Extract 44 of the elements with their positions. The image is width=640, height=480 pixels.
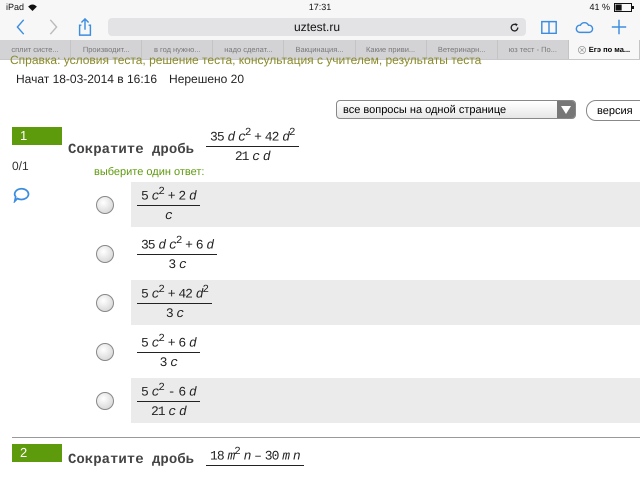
address-bar[interactable]: uztest.ru xyxy=(108,18,526,36)
question-number: 2 xyxy=(12,444,62,462)
answer-option[interactable]: 5 c$^{2}$ + 2 d c xyxy=(131,182,640,228)
fraction-numerator: 35 d c$^{2}$ + 6 d xyxy=(137,235,218,256)
radio-button[interactable] xyxy=(96,294,114,312)
comment-icon[interactable] xyxy=(12,187,30,203)
fraction-numerator: 5 c$^{2}$ + 42 d$^{2}$ xyxy=(137,284,212,304)
caret-icon xyxy=(561,106,571,114)
unsolved-count: Нерешено 20 xyxy=(169,72,244,86)
fraction-numerator: 35 d c$^{2}$ + 42 d$^{2}$ xyxy=(206,127,298,148)
reload-icon[interactable] xyxy=(509,22,520,32)
fraction-denominator: 21 c d xyxy=(150,403,186,420)
answer-option[interactable]: 5 c$^{2}$ - 6 d 21 c d xyxy=(131,378,640,424)
fraction-numerator: 5 c$^{2}$ + 2 d xyxy=(137,186,200,206)
clock: 17:31 xyxy=(308,2,332,12)
fraction-denominator: 3 c xyxy=(166,305,184,322)
version-button[interactable]: версия xyxy=(586,100,640,121)
battery-icon xyxy=(614,2,634,12)
answer-option[interactable]: 5 c$^{2}$ + 42 d$^{2}$ 3 c xyxy=(131,280,640,326)
share-icon[interactable] xyxy=(76,18,94,36)
question-prompt: Сократите дробь xyxy=(68,452,194,468)
radio-button[interactable] xyxy=(96,392,114,410)
question-score: 0/1 xyxy=(12,159,30,173)
radio-button[interactable] xyxy=(96,342,114,361)
fraction-denominator: 3 c xyxy=(168,256,186,272)
answer-instruction: выберите один ответ: xyxy=(94,166,206,178)
question-number: 1 xyxy=(12,127,62,145)
plus-icon[interactable] xyxy=(610,18,628,36)
fraction-denominator: 3 c xyxy=(160,354,178,370)
book-icon[interactable] xyxy=(540,18,558,36)
close-icon[interactable] xyxy=(578,46,586,54)
question-prompt: Сократите дробь xyxy=(68,142,194,158)
wifi-icon xyxy=(28,4,38,10)
fraction-denominator: 21 c d xyxy=(234,148,270,164)
fraction-numerator: 18 m$^{2}$ n – 30 m n xyxy=(206,446,304,466)
radio-button[interactable] xyxy=(96,196,114,214)
start-time: Начат 18-03-2014 в 16:16 xyxy=(16,72,158,86)
battery-percent: 41 % xyxy=(589,2,610,12)
device-name: iPad xyxy=(6,2,24,12)
view-dropdown[interactable]: все вопросы на одной странице xyxy=(336,100,576,119)
radio-button[interactable] xyxy=(96,244,114,263)
fraction-denominator: c xyxy=(164,207,172,224)
fraction-numerator: 5 c$^{2}$ + 6 d xyxy=(137,333,200,354)
fraction-numerator: 5 c$^{2}$ - 6 d xyxy=(137,382,200,402)
